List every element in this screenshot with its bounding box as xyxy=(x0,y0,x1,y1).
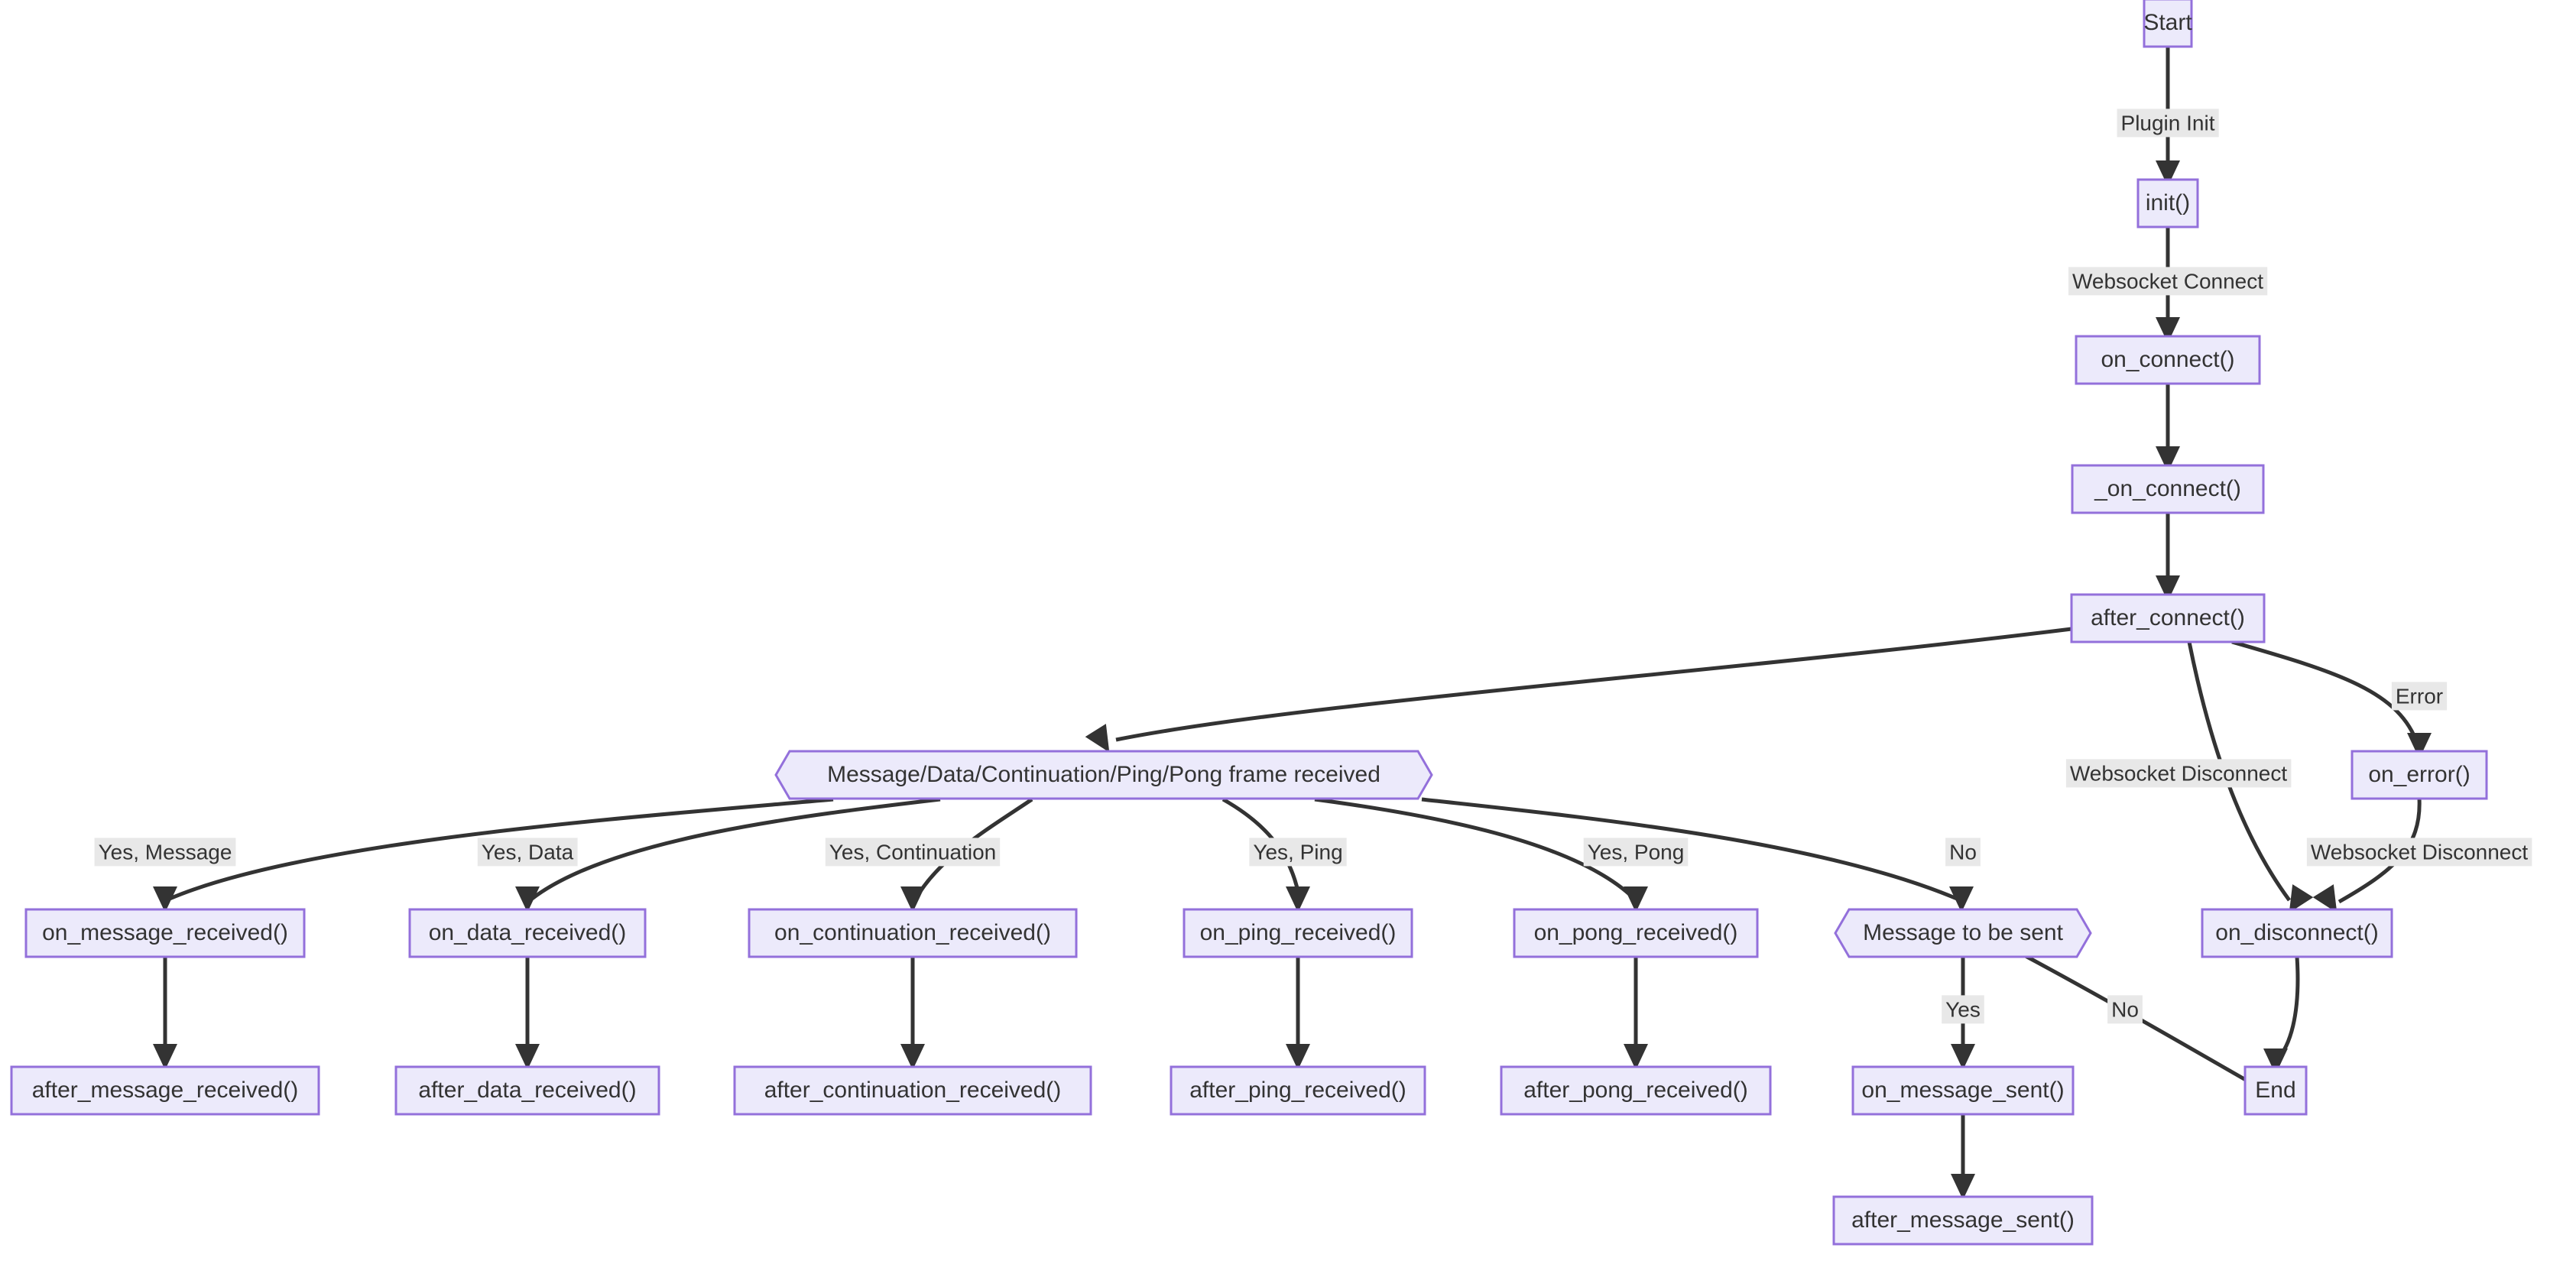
process-rect xyxy=(2351,750,2488,800)
edge-label-text: Plugin Init xyxy=(2121,111,2215,135)
edge-e-after-frame xyxy=(1085,627,2072,753)
node-end[interactable]: End xyxy=(2243,1065,2308,1116)
node-on_message_sent[interactable]: on_message_sent() xyxy=(1851,1065,2075,1116)
decision-hexagon xyxy=(774,750,1433,800)
edge-e-msg-after xyxy=(153,957,177,1070)
node-on_message_received[interactable]: on_message_received() xyxy=(24,908,306,958)
node-after_ping_received[interactable]: after_ping_received() xyxy=(1170,1065,1426,1116)
flowchart-canvas: Start init() on_connect() _on_connect()afte… xyxy=(0,0,2576,1264)
edge-label-l-no-frame: No xyxy=(1945,838,1981,867)
process-rect xyxy=(1851,1065,2075,1116)
process-rect xyxy=(1170,1065,1426,1116)
edge-label-text: Yes, Pong xyxy=(1588,840,1685,864)
node-message_to_be_sent[interactable]: Message to be sent xyxy=(1834,908,2092,958)
node-on_pong_received[interactable]: on_pong_received() xyxy=(1513,908,1759,958)
edge-label-l-error: Error xyxy=(2391,682,2448,711)
process-rect xyxy=(394,1065,660,1116)
node-on_connect[interactable]: on_connect() xyxy=(2075,335,2261,385)
edge-e-_on-after xyxy=(2156,513,2180,601)
edge-label-l-yes-pong: Yes, Pong xyxy=(1583,838,1689,867)
edge-line xyxy=(1421,797,1958,901)
process-rect xyxy=(408,908,647,958)
flowchart-svg: Start init() on_connect() _on_connect()afte… xyxy=(10,0,2532,1246)
edge-e-onconnect-_on xyxy=(2156,384,2180,472)
process-rect xyxy=(748,908,1078,958)
process-rect xyxy=(10,1065,320,1116)
edge-label-text: Yes, Ping xyxy=(1253,840,1342,864)
edge-line xyxy=(2275,956,2300,1062)
edge-label-text: Error xyxy=(2396,684,2443,708)
node-_on_connect[interactable]: _on_connect() xyxy=(2071,464,2265,514)
node-after_connect[interactable]: after_connect() xyxy=(2070,593,2266,643)
process-rect xyxy=(2071,464,2265,514)
process-rect xyxy=(733,1065,1092,1116)
node-after_pong_received[interactable]: after_pong_received() xyxy=(1500,1065,1772,1116)
edge-label-text: No xyxy=(1949,840,1977,864)
node-on_disconnect[interactable]: on_disconnect() xyxy=(2201,908,2393,958)
nodes-layer: Start init() on_connect() _on_connect()afte… xyxy=(10,0,2488,1246)
decision-hexagon xyxy=(1834,908,2092,958)
edge-label-l-plugin-init: Plugin Init xyxy=(2117,109,2219,138)
edge-line xyxy=(1115,627,2072,742)
edge-label-text: Websocket Connect xyxy=(2072,269,2263,293)
edge-label-text: Yes xyxy=(1945,997,1981,1021)
edge-e-disc-end xyxy=(2263,956,2300,1074)
node-after_message_received[interactable]: after_message_received() xyxy=(10,1065,320,1116)
node-on_data_received[interactable]: on_data_received() xyxy=(408,908,647,958)
edge-label-l-yes-message: Yes, Message xyxy=(94,838,236,867)
node-on_ping_received[interactable]: on_ping_received() xyxy=(1183,908,1413,958)
edge-label-text: Websocket Disconnect xyxy=(2070,761,2288,785)
node-frame_received[interactable]: Message/Data/Continuation/Ping/Pong fram… xyxy=(774,750,1433,800)
edge-label-text: Yes, Continuation xyxy=(829,840,996,864)
node-on_continuation_received[interactable]: on_continuation_received() xyxy=(748,908,1078,958)
process-rect xyxy=(1513,908,1759,958)
process-rect xyxy=(1183,908,1413,958)
edge-e-data-after xyxy=(515,957,540,1070)
edge-label-text: Yes, Message xyxy=(99,840,232,864)
process-rect xyxy=(2136,178,2199,228)
edge-label-l-no-send: No xyxy=(2107,995,2143,1024)
edge-label-text: Yes, Data xyxy=(482,840,574,864)
node-after_continuation_received[interactable]: after_continuation_received() xyxy=(733,1065,1092,1116)
edge-label-l-yes-send: Yes xyxy=(1942,995,1984,1024)
process-rect xyxy=(1832,1195,2094,1246)
edge-label-l-yes-cont: Yes, Continuation xyxy=(825,838,1001,867)
process-rect xyxy=(2143,0,2193,48)
edge-e-onsent-after xyxy=(1951,1114,1975,1200)
node-on_error[interactable]: on_error() xyxy=(2351,750,2488,800)
process-rect xyxy=(2243,1065,2308,1116)
edge-e-cont-after xyxy=(900,957,925,1070)
process-rect xyxy=(2075,335,2261,385)
node-init[interactable]: init() xyxy=(2136,178,2199,228)
process-rect xyxy=(2070,593,2266,643)
edge-label-l-ws-connect: Websocket Connect xyxy=(2068,267,2268,296)
edge-label-l-ws-disc-1: Websocket Disconnect xyxy=(2065,759,2292,788)
edge-label-text: No xyxy=(2111,997,2139,1021)
edge-label-text: Websocket Disconnect xyxy=(2311,840,2529,864)
node-start[interactable]: Start xyxy=(2143,0,2193,48)
edge-e-ping-after xyxy=(1286,957,1310,1070)
edge-label-l-yes-data: Yes, Data xyxy=(477,838,578,867)
edge-label-l-ws-disc-2: Websocket Disconnect xyxy=(2306,838,2532,867)
process-rect xyxy=(2201,908,2393,958)
process-rect xyxy=(24,908,306,958)
edge-e-frame-nosend xyxy=(1421,797,1974,912)
node-after_message_sent[interactable]: after_message_sent() xyxy=(1832,1195,2094,1246)
edge-line xyxy=(2231,640,2420,746)
process-rect xyxy=(1500,1065,1772,1116)
edge-label-l-yes-ping: Yes, Ping xyxy=(1249,838,1347,867)
edge-e-pong-after xyxy=(1624,957,1648,1070)
node-after_data_received[interactable]: after_data_received() xyxy=(394,1065,660,1116)
